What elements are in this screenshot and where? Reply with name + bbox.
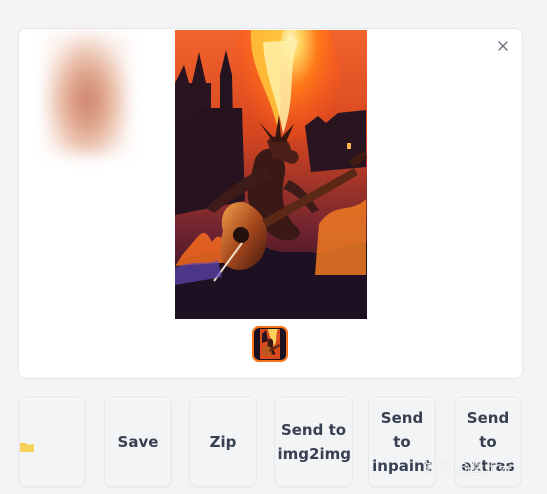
image-output-panel: Save Zip Send to img2img Send to inpaint…: [0, 0, 547, 494]
send-to-extras-button[interactable]: Send to extras: [454, 397, 522, 487]
folder-icon: [19, 436, 35, 452]
send-to-inpaint-label: Send to inpaint: [372, 409, 432, 475]
zip-button-label: Zip: [209, 433, 237, 451]
image-gallery: [18, 28, 523, 379]
action-button-row: Save Zip Send to img2img Send to inpaint…: [18, 397, 523, 487]
send-to-extras-label: Send to extras: [461, 409, 515, 475]
thumbnail-selected[interactable]: [252, 326, 288, 362]
zip-button[interactable]: Zip: [189, 397, 257, 487]
open-folder-button[interactable]: [18, 397, 86, 487]
blurred-preview: [45, 33, 129, 155]
send-to-inpaint-button[interactable]: Send to inpaint: [368, 397, 436, 487]
generated-image-dragon-guitarist[interactable]: [175, 30, 367, 319]
close-icon[interactable]: [494, 37, 512, 55]
save-button[interactable]: Save: [104, 397, 172, 487]
send-to-img2img-label: Send to img2img: [277, 421, 351, 463]
save-button-label: Save: [117, 433, 159, 451]
send-to-img2img-button[interactable]: Send to img2img: [274, 397, 353, 487]
